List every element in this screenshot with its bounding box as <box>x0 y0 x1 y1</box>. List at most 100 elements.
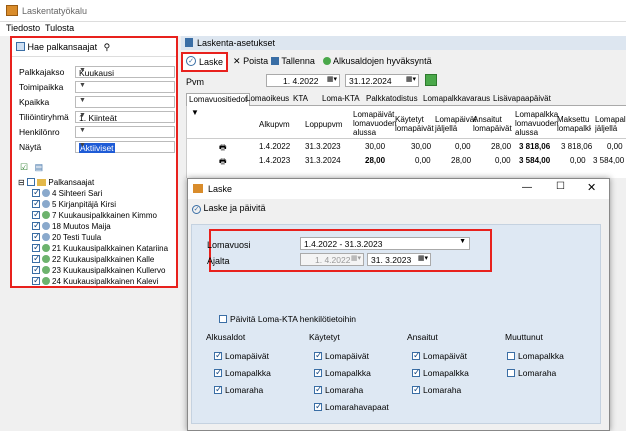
checkbox[interactable] <box>507 369 515 377</box>
checkbox[interactable] <box>314 384 323 395</box>
date-to-input[interactable]: 31.12.2024 ▦▾ <box>345 74 419 87</box>
maximize-icon[interactable]: ☐ <box>556 181 565 192</box>
calendar-icon[interactable]: ▦▾ <box>327 75 337 83</box>
minimize-icon[interactable]: — <box>522 182 532 193</box>
tab-lomapalkkavaraus[interactable]: Lomapalkkavaraus <box>423 93 490 106</box>
checkbox-row[interactable]: Lomapäivät <box>314 350 369 361</box>
print-icon[interactable]: 🖶 <box>219 156 227 170</box>
tree-item-person[interactable]: 18 Muutos Maija <box>32 220 111 232</box>
checkbox-row[interactable]: Lomapalkka <box>314 367 371 378</box>
checkbox[interactable] <box>32 220 41 231</box>
checkbox-row[interactable]: Lomaraha <box>314 384 363 395</box>
checkbox-row[interactable]: Lomapalkka <box>507 351 564 361</box>
calendar-icon[interactable]: ▦▾ <box>351 254 361 262</box>
column-header[interactable]: Lomapäivät lomavuoden alussa <box>353 110 397 137</box>
checkbox[interactable] <box>214 367 223 378</box>
tree-item-person[interactable]: 23 Kuukausipalkkainen Kullervo <box>32 264 165 276</box>
tree-item-person[interactable]: 20 Testi Tuula <box>32 231 101 243</box>
palkkajakso-select[interactable]: Kuukausi ▼ <box>75 66 175 78</box>
alkusaldot-button[interactable]: Alkusaldojen hyväksyntä <box>323 56 432 66</box>
collapse-icon[interactable]: ⊟ <box>18 178 25 187</box>
checkbox[interactable] <box>507 352 515 360</box>
menu-tiedosto[interactable]: Tiedosto <box>6 23 40 33</box>
table-cell: 0,00 <box>415 156 431 165</box>
checkbox[interactable] <box>32 198 41 209</box>
checkbox[interactable] <box>214 350 223 361</box>
column-header[interactable]: Maksettu lomapalkka <box>557 115 591 133</box>
update-kta-checkbox[interactable]: Päivitä Loma-KTA henkilötietoihin <box>219 314 356 324</box>
refresh-icon[interactable] <box>425 74 437 86</box>
checkbox[interactable] <box>219 315 227 323</box>
tree-item-person[interactable]: 22 Kuukausipalkkainen Kalle <box>32 253 154 265</box>
column-header[interactable]: Lomapalkka lomavuoden alussa <box>515 110 559 137</box>
tree-item-person[interactable]: 7 Kuukausipalkkainen Kimmo <box>32 209 157 221</box>
column-header[interactable]: Lomapäivät jäljellä <box>435 115 476 133</box>
tallenna-button[interactable]: Tallenna <box>271 56 315 66</box>
tab-lomaoikeus[interactable]: Lomaoikeus <box>246 93 289 106</box>
checkbox[interactable] <box>412 367 421 378</box>
checkbox[interactable] <box>314 401 323 412</box>
checkbox[interactable] <box>32 253 41 264</box>
check-all-icon[interactable]: ☑ <box>20 162 28 172</box>
lomavuosi-select[interactable]: 1.4.2022 - 31.3.2023 ▼ <box>300 237 470 250</box>
checkbox[interactable] <box>32 187 41 198</box>
tab-lomavuositiedot[interactable]: Lomavuositiedot <box>186 93 251 106</box>
tree-item-person[interactable]: 21 Kuukausipalkkainen Katariina <box>32 242 168 254</box>
kpaikka-select[interactable]: ▼ <box>75 96 175 108</box>
date-from-input[interactable]: 1. 4.2022 ▦▾ <box>266 74 340 87</box>
laske-ja-paivita-button[interactable]: ✓ Laske ja päivitä <box>192 203 266 214</box>
poista-button[interactable]: ✕ Poista <box>233 56 268 67</box>
tab-lisavapaapaivat[interactable]: Lisävapaapäivät <box>493 93 551 106</box>
checkbox-row[interactable]: Lomapäivät <box>412 350 467 361</box>
tab-kta[interactable]: KTA <box>293 93 308 106</box>
calendar-icon[interactable]: ▦▾ <box>406 75 416 83</box>
person-label: 7 Kuukausipalkkainen Kimmo <box>52 211 157 220</box>
column-header[interactable]: Alkupvm <box>259 120 290 129</box>
tab-palkkatodistus[interactable]: Palkkatodistus <box>366 93 418 106</box>
filter-label: Toimipaikka <box>19 82 64 92</box>
checkbox-row[interactable]: Lomaraha <box>507 368 556 378</box>
close-icon[interactable]: ✕ <box>587 181 596 194</box>
ajalta-from-input[interactable]: 1. 4.2022 ▦▾ <box>300 253 364 266</box>
checkbox-row[interactable]: Lomapalkka <box>412 367 469 378</box>
tree-item-person[interactable]: 24 Kuukausipalkkainen Kalevi <box>32 275 158 287</box>
ajalta-to-input[interactable]: 31. 3.2023 ▦▾ <box>367 253 431 266</box>
checkbox[interactable] <box>26 178 35 186</box>
dialog-app-icon <box>193 184 203 193</box>
tree-view-icon[interactable]: ▤ <box>35 162 44 172</box>
print-icon[interactable]: 🖶 <box>219 142 227 156</box>
menu-tulosta[interactable]: Tulosta <box>45 23 74 33</box>
binoculars-icon[interactable]: ⚲ <box>104 42 111 52</box>
checkbox[interactable] <box>412 384 421 395</box>
checkbox-row[interactable]: Lomaraha <box>214 384 263 395</box>
tiliointiryhma-select[interactable]: 1. Kiinteät ▼ <box>75 111 175 123</box>
checkbox-row[interactable]: Lomaraha <box>412 384 461 395</box>
checkbox[interactable] <box>32 275 41 286</box>
checkbox[interactable] <box>314 367 323 378</box>
toimipaikka-select[interactable]: ▼ <box>75 81 175 93</box>
column-header[interactable]: Lomapalkka jäljellä <box>595 115 626 133</box>
checkbox[interactable] <box>32 242 41 253</box>
checkbox[interactable] <box>32 209 41 220</box>
checkbox[interactable] <box>314 350 323 361</box>
column-header[interactable]: Käytetyt lomapäivät <box>395 115 435 133</box>
checkbox-row[interactable]: Lomapalkka <box>214 367 271 378</box>
checkbox[interactable] <box>32 264 41 275</box>
tree-item-person[interactable]: 4 Sihteeri Sari <box>32 187 102 199</box>
nayta-select[interactable]: Aktiiviset ▼ <box>75 141 175 153</box>
tree-root[interactable]: ⊟ Palkansaajat <box>18 178 94 188</box>
checkbox[interactable] <box>412 350 421 361</box>
checkbox-row[interactable]: Lomarahavapaat <box>314 401 389 412</box>
checkbox[interactable] <box>32 231 41 242</box>
checkbox[interactable] <box>214 384 223 395</box>
henkilonro-select[interactable]: ▼ <box>75 126 175 138</box>
tree-item-person[interactable]: 5 Kirjanpitäjä Kirsi <box>32 198 116 210</box>
column-header[interactable]: Loppupvm <box>305 120 342 129</box>
search-employees-button[interactable]: Hae palkansaajat ⚲ <box>16 42 110 53</box>
laske-button[interactable]: ✓ Laske <box>181 52 228 72</box>
pvm-label: Pvm <box>186 77 204 87</box>
calendar-icon[interactable]: ▦▾ <box>418 254 428 262</box>
column-header[interactable]: Ansaitut lomapäivät <box>473 115 512 133</box>
checkbox-row[interactable]: Lomapäivät <box>214 350 269 361</box>
tab-loma-kta[interactable]: Loma-KTA <box>322 93 360 106</box>
